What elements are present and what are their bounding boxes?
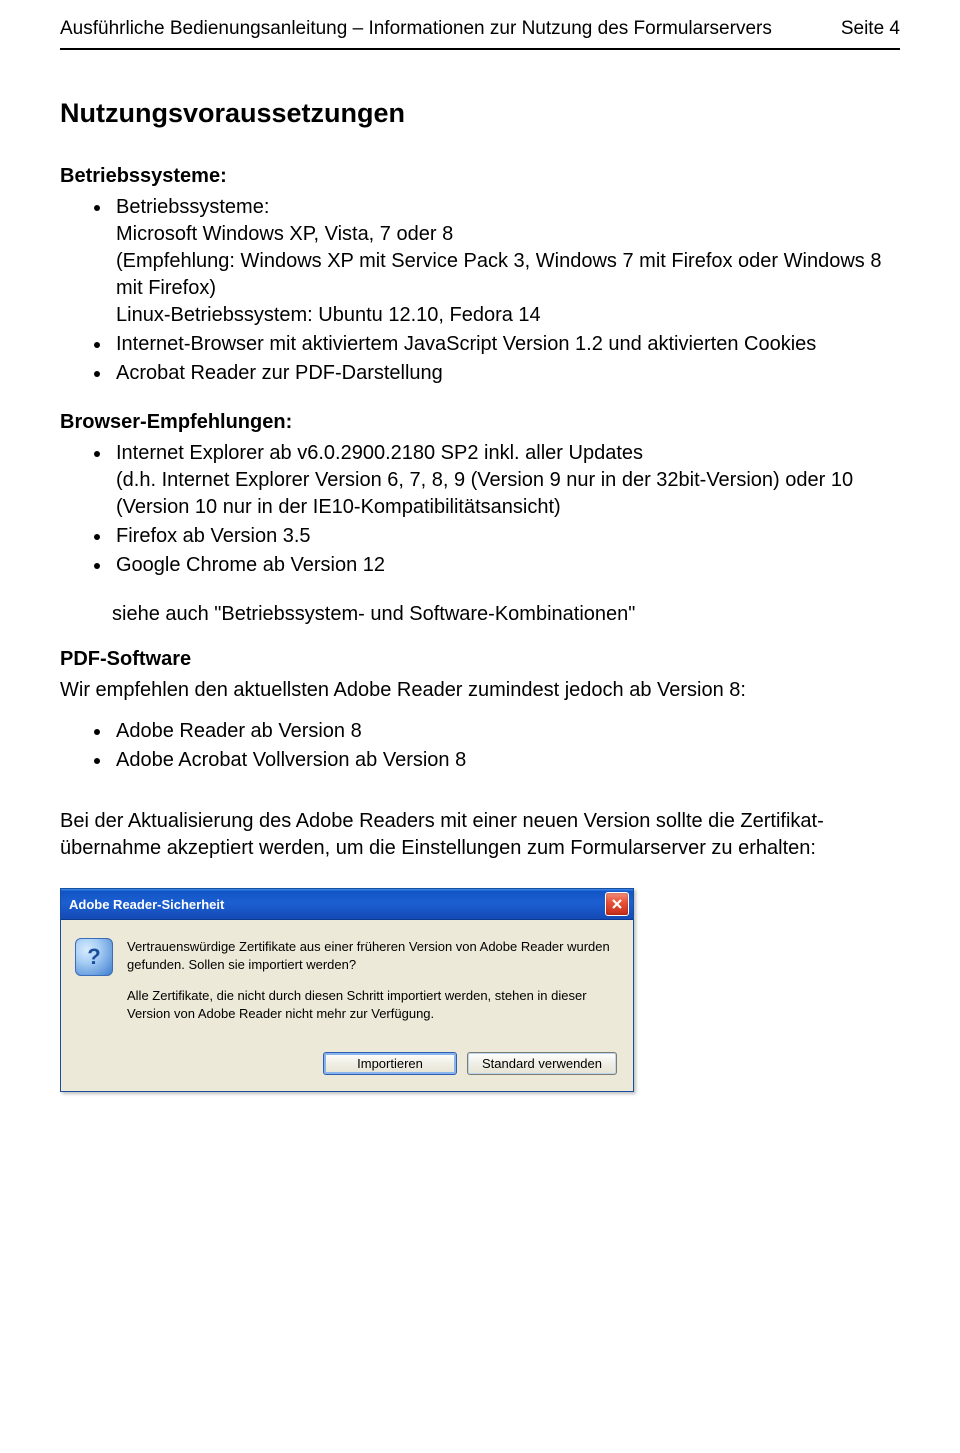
dialog-text: Vertrauenswürdige Zertifikate aus einer … [127, 938, 617, 1036]
dialog-button-row: Importieren Standard verwenden [61, 1046, 633, 1091]
list-item: Internet Explorer ab v6.0.2900.2180 SP2 … [112, 440, 900, 521]
document-page: Ausführliche Bedienungsanleitung – Infor… [0, 0, 960, 1453]
list-item: Adobe Reader ab Version 8 [112, 718, 900, 745]
dialog-body: ? Vertrauenswürdige Zertifikate aus eine… [61, 920, 633, 1046]
list-item: Adobe Acrobat Vollversion ab Version 8 [112, 747, 900, 774]
adobe-security-dialog: Adobe Reader-Sicherheit ? Vertrauenswürd… [60, 888, 634, 1092]
list-item: Internet-Browser mit aktiviertem JavaScr… [112, 331, 900, 358]
pdf-list: Adobe Reader ab Version 8 Adobe Acrobat … [60, 718, 900, 774]
os-list: Betriebssysteme: Microsoft Windows XP, V… [60, 194, 900, 387]
pdf-subheading: PDF-Software [60, 648, 900, 671]
update-note: Bei der Aktualisierung des Adobe Readers… [60, 808, 900, 862]
header-page-number: Seite 4 [841, 18, 900, 40]
list-item: Acrobat Reader zur PDF-Darstellung [112, 360, 900, 387]
section-heading: Nutzungsvoraussetzungen [60, 98, 900, 129]
dialog-message-1: Vertrauenswürdige Zertifikate aus einer … [127, 938, 617, 973]
import-button[interactable]: Importieren [323, 1052, 457, 1075]
list-item: Betriebssysteme: Microsoft Windows XP, V… [112, 194, 900, 329]
page-header: Ausführliche Bedienungsanleitung – Infor… [60, 18, 900, 40]
use-default-button[interactable]: Standard verwenden [467, 1052, 617, 1075]
browser-subheading: Browser-Empfehlungen: [60, 411, 900, 434]
os-subheading: Betriebssysteme: [60, 165, 900, 188]
question-icon: ? [75, 938, 113, 976]
close-icon [611, 898, 623, 910]
list-item: Google Chrome ab Version 12 [112, 552, 900, 579]
browser-list: Internet Explorer ab v6.0.2900.2180 SP2 … [60, 440, 900, 579]
header-rule [60, 48, 900, 50]
list-item: Firefox ab Version 3.5 [112, 523, 900, 550]
close-button[interactable] [605, 892, 629, 916]
header-title: Ausführliche Bedienungsanleitung – Infor… [60, 18, 772, 40]
see-also-note: siehe auch "Betriebssystem- und Software… [60, 603, 900, 626]
dialog-message-2: Alle Zertifikate, die nicht durch diesen… [127, 987, 617, 1022]
pdf-intro: Wir empfehlen den aktuellsten Adobe Read… [60, 677, 900, 704]
dialog-title-text: Adobe Reader-Sicherheit [69, 897, 224, 912]
dialog-screenshot: Adobe Reader-Sicherheit ? Vertrauenswürd… [60, 888, 900, 1092]
dialog-titlebar: Adobe Reader-Sicherheit [61, 889, 633, 920]
